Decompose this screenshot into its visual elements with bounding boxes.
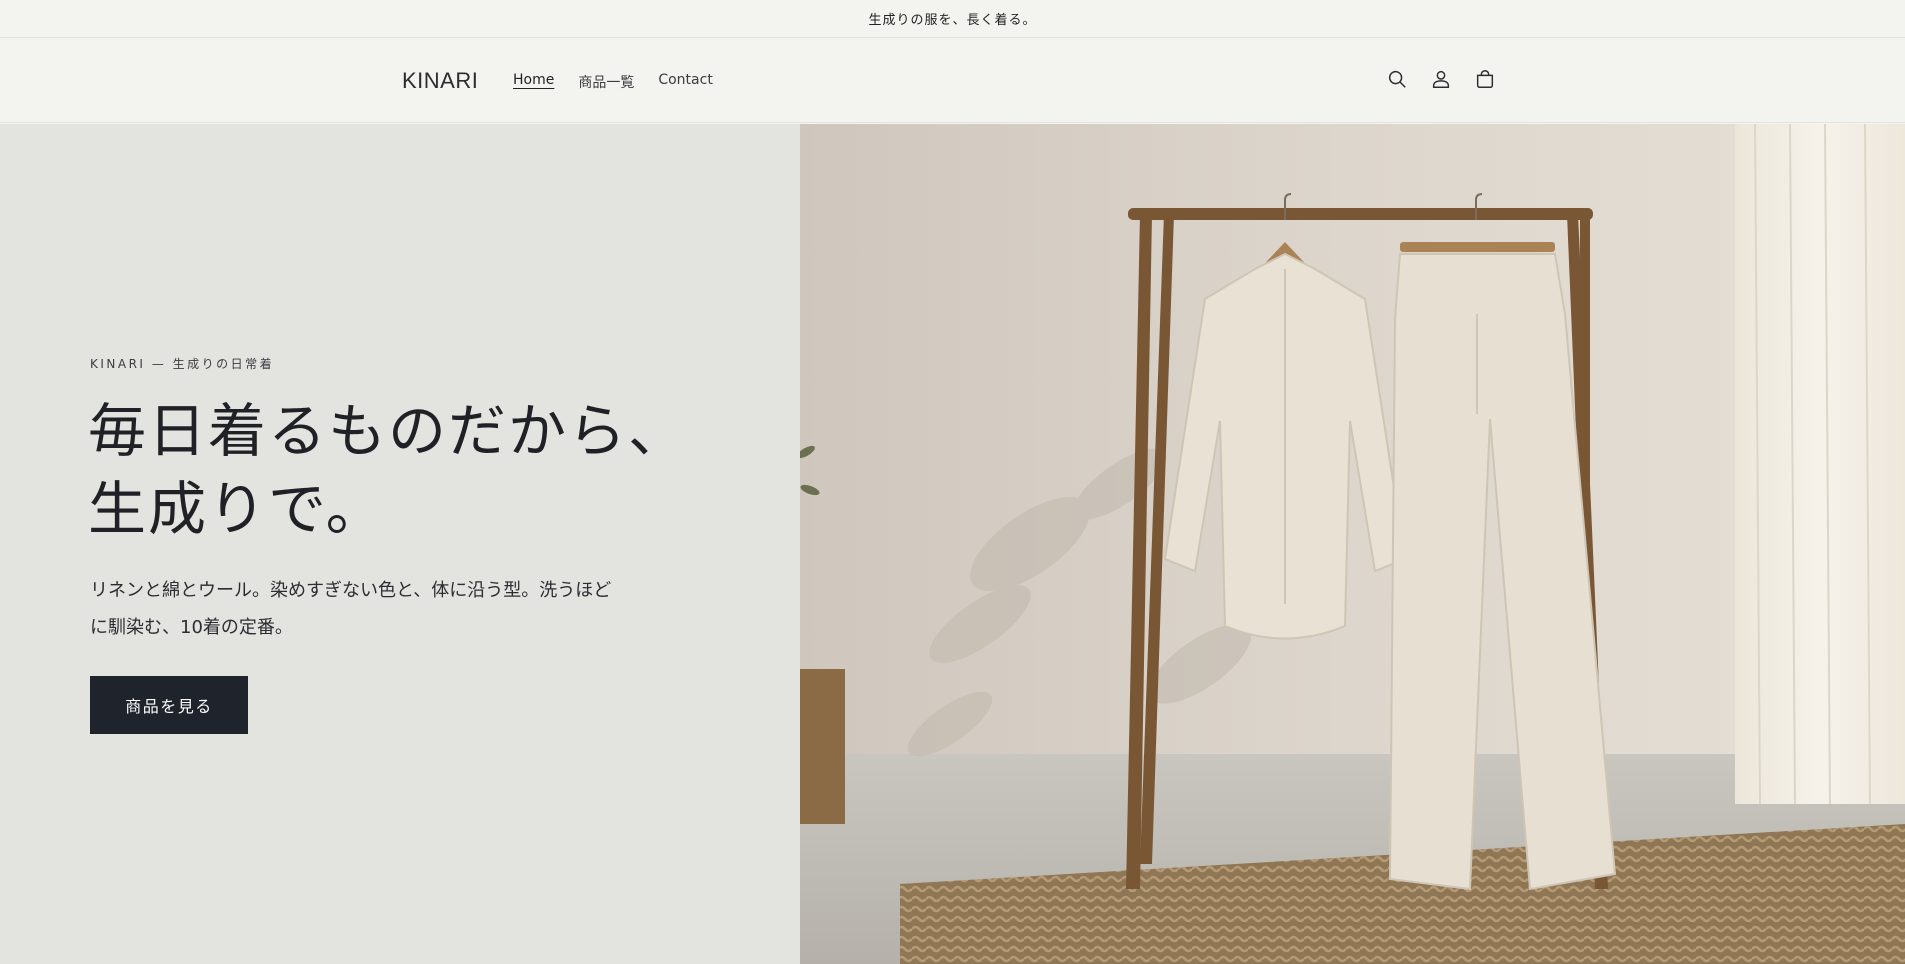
hero-title: 毎日着るものだから、 生成りで。 (88, 392, 708, 548)
search-icon (1388, 70, 1406, 88)
nav-home[interactable]: Home (513, 72, 554, 92)
search-button[interactable] (1383, 65, 1411, 93)
hero-description: リネンと綿とウール。染めすぎない色と、体に沿う型。洗うほど に馴染む、10着の定… (90, 572, 650, 646)
account-button[interactable] (1427, 65, 1455, 93)
hero-description-line1: リネンと綿とウール。染めすぎない色と、体に沿う型。洗うほど (90, 580, 612, 601)
view-products-button[interactable]: 商品を見る (90, 676, 248, 734)
site-logo[interactable]: KINARI (402, 68, 478, 94)
main-nav: Home 商品一覧 Contact (513, 72, 713, 92)
announcement-text: 生成りの服を、長く着る。 (868, 13, 1037, 28)
hero-description-line2: に馴染む、10着の定番。 (90, 617, 293, 638)
hero-eyebrow: KINARI — 生成りの日常着 (90, 357, 275, 371)
site-header: KINARI Home 商品一覧 Contact (0, 38, 1905, 123)
hero-image (800, 124, 1905, 964)
cart-icon (1476, 70, 1494, 88)
hero-section: KINARI — 生成りの日常着 毎日着るものだから、 生成りで。 リネンと綿と… (0, 124, 1905, 964)
hero-title-line1: 毎日着るものだから、 (88, 397, 689, 465)
header-actions (1383, 65, 1499, 93)
account-icon (1432, 70, 1450, 88)
cart-button[interactable] (1471, 65, 1499, 93)
hero-photo (800, 124, 1905, 964)
hero-text-panel: KINARI — 生成りの日常着 毎日着るものだから、 生成りで。 リネンと綿と… (0, 124, 800, 964)
hero-title-line2: 生成りで。 (88, 475, 386, 543)
announcement-bar: 生成りの服を、長く着る。 (0, 0, 1905, 38)
nav-contact[interactable]: Contact (658, 72, 712, 92)
nav-products[interactable]: 商品一覧 (578, 72, 634, 92)
